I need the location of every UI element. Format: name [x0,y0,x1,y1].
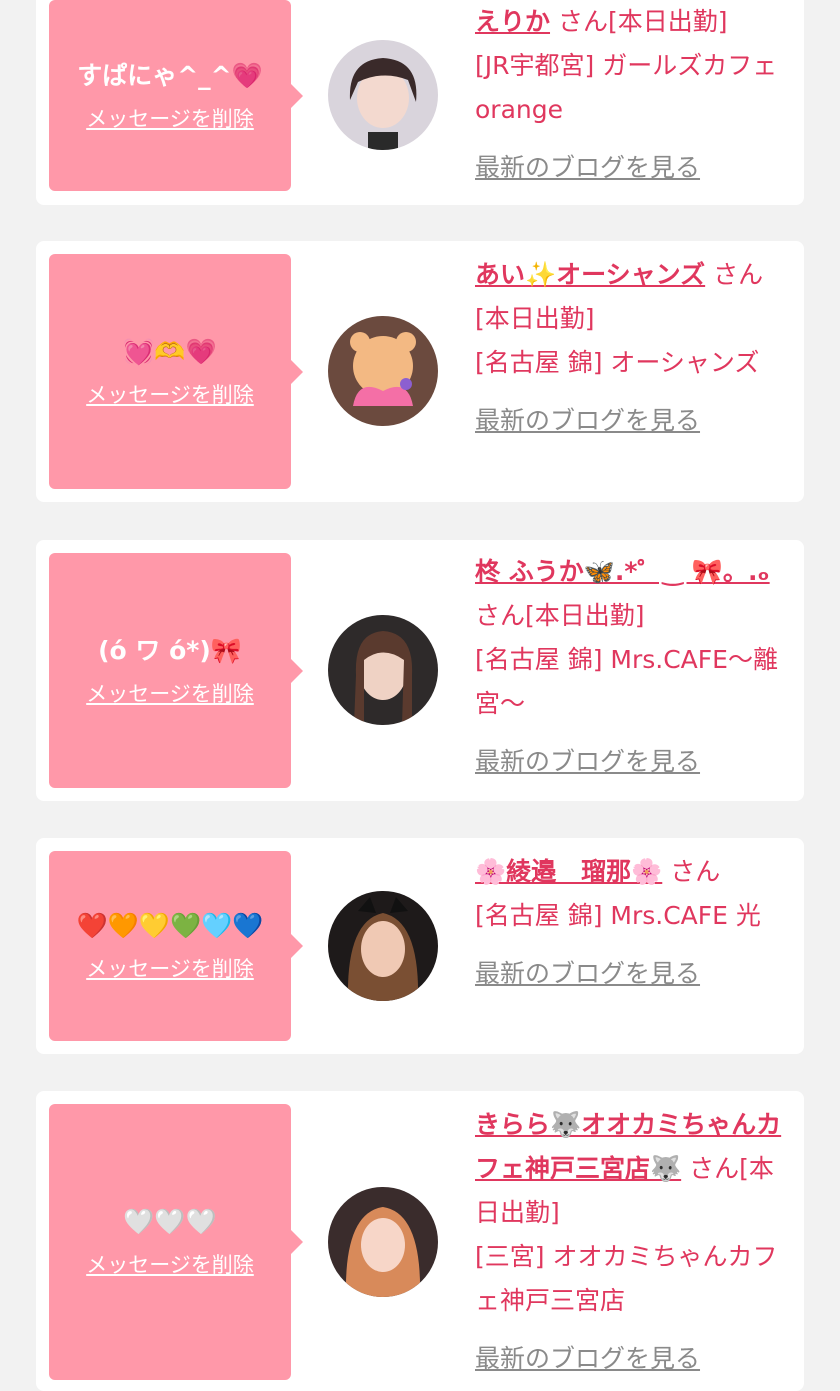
avatar[interactable] [328,40,438,150]
latest-blog-link[interactable]: 最新のブログを見る [475,146,795,190]
sender-info: 🌸綾邉 瑠那🌸 さん [名古屋 錦] Mrs.CAFE 光 最新のブログを見る [475,850,795,996]
message-bubble: すぱにゃ^_^💗 メッセージを削除 [49,0,303,191]
sender-info: 柊 ふうか🦋.*゜‿ 🎀。.ₒ さん[本日出勤] [名古屋 錦] Mrs.CAF… [475,550,795,784]
avatar[interactable] [328,615,438,725]
message-text: 💓🫶💗 [123,336,217,366]
sender-shop: [名古屋 錦] Mrs.CAFE 光 [475,901,761,930]
message-text: すぱにゃ^_^💗 [77,60,263,90]
sender-shop: [名古屋 錦] Mrs.CAFE〜離宮〜 [475,645,778,718]
sender-shop: [JR宇都宮] ガールズカフェ orange [475,51,778,124]
message-card: 🤍🤍🤍 メッセージを削除 きらら🐺オオカミちゃんカフェ神戸三宮店🐺 さん[本日出… [36,1091,804,1391]
message-card: 💓🫶💗 メッセージを削除 あい✨オーシャンズ さん[本日出勤] [名古屋 錦] … [36,241,804,502]
delete-message-link[interactable]: メッセージを削除 [86,379,254,409]
sender-name-link[interactable]: あい✨オーシャンズ [475,260,705,289]
sender-name-link[interactable]: 🌸綾邉 瑠那🌸 [475,857,662,886]
message-text: (ό ワ ό*)🎀 [98,635,242,665]
sender-suffix: さん [670,857,721,886]
latest-blog-link[interactable]: 最新のブログを見る [475,952,795,996]
delete-message-link[interactable]: メッセージを削除 [86,953,254,983]
delete-message-link[interactable]: メッセージを削除 [86,1249,254,1279]
latest-blog-link[interactable]: 最新のブログを見る [475,740,795,784]
avatar[interactable] [328,316,438,426]
sender-info: きらら🐺オオカミちゃんカフェ神戸三宮店🐺 さん[本日出勤] [三宮] オオカミち… [475,1103,795,1381]
message-text: 🤍🤍🤍 [123,1207,217,1236]
message-card: (ό ワ ό*)🎀 メッセージを削除 柊 ふうか🦋.*゜‿ 🎀。.ₒ さん[本日… [36,540,804,801]
sender-shop: [三宮] オオカミちゃんカフェ神戸三宮店 [475,1242,778,1315]
sender-suffix: さん[本日出勤] [557,7,728,36]
delete-message-link[interactable]: メッセージを削除 [86,103,254,133]
message-bubble: ❤️🧡💛💚🩵💙 メッセージを削除 [49,851,303,1041]
sender-suffix: さん[本日出勤] [475,601,645,630]
message-card: ❤️🧡💛💚🩵💙 メッセージを削除 🌸綾邉 瑠那🌸 さん [名古屋 錦] Mrs.… [36,838,804,1054]
avatar[interactable] [328,891,438,1001]
sender-info: あい✨オーシャンズ さん[本日出勤] [名古屋 錦] オーシャンズ 最新のブログ… [475,253,795,443]
latest-blog-link[interactable]: 最新のブログを見る [475,1337,795,1381]
message-bubble: (ό ワ ό*)🎀 メッセージを削除 [49,553,303,788]
sender-info: えりか さん[本日出勤] [JR宇都宮] ガールズカフェ orange 最新のブ… [475,0,795,190]
sender-shop: [名古屋 錦] オーシャンズ [475,348,760,377]
message-card: すぱにゃ^_^💗 メッセージを削除 えりか さん[本日出勤] [JR宇都宮] ガ… [36,0,804,205]
avatar[interactable] [328,1187,438,1297]
latest-blog-link[interactable]: 最新のブログを見る [475,399,795,443]
message-bubble: 💓🫶💗 メッセージを削除 [49,254,303,489]
message-text: ❤️🧡💛💚🩵💙 [76,911,264,940]
sender-name-link[interactable]: えりか [475,7,550,36]
delete-message-link[interactable]: メッセージを削除 [86,678,254,708]
sender-name-link[interactable]: 柊 ふうか🦋.*゜‿ 🎀。.ₒ [475,557,770,586]
message-bubble: 🤍🤍🤍 メッセージを削除 [49,1104,303,1380]
